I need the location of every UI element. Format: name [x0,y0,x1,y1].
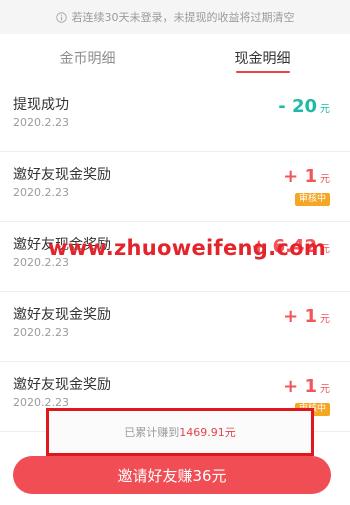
item-date: 2020.2.23 [13,326,69,339]
tab-cash-detail[interactable]: 现金明细 [175,34,350,82]
notice-text: 若连续30天未登录，未提现的收益将过期清空 [71,11,295,24]
item-amount: + 1 元 [283,166,330,187]
info-icon [55,11,67,23]
item-amount: - 20 元 [278,96,330,117]
amount-value: + 1 [283,306,317,327]
amount-unit: 元 [320,104,330,115]
total-prefix: 已累计赚到 [124,426,180,439]
amount-unit: 元 [320,174,330,185]
list-item: 邀好友现金奖励 2020.2.23 + 1 元 [0,292,350,362]
amount-value: + 1 [283,166,317,187]
list-item: 提现成功 2020.2.23 - 20 元 [0,82,350,152]
item-title: 提现成功 [13,97,69,113]
item-title: 邀好友现金奖励 [13,377,111,393]
list-item: 邀好友现金奖励 2020.2.23 + 1 元 审核中 [0,152,350,222]
total-earned-box: 已累计赚到 1469.91元 [46,408,314,456]
tab-coin-detail[interactable]: 金币明细 [0,34,175,82]
item-title: 邀好友现金奖励 [13,307,111,323]
item-date: 2020.2.23 [13,186,69,199]
watermark-text: www.zhuoweifeng.com [48,236,327,260]
total-value: 1469.91元 [179,426,236,439]
item-date: 2020.2.23 [13,116,69,129]
amount-value: + 1 [283,376,317,397]
item-amount: + 1 元 [283,306,330,327]
item-title: 邀好友现金奖励 [13,167,111,183]
item-amount: + 1 元 [283,376,330,397]
status-badge: 审核中 [294,193,330,206]
amount-unit: 元 [320,384,330,395]
tab-bar: 金币明细 现金明细 [0,34,350,82]
invite-friends-button[interactable]: 邀请好友赚36元 [13,456,331,494]
amount-value: - 20 [278,96,317,117]
expiry-notice: 若连续30天未登录，未提现的收益将过期清空 [0,0,350,34]
amount-unit: 元 [320,314,330,325]
